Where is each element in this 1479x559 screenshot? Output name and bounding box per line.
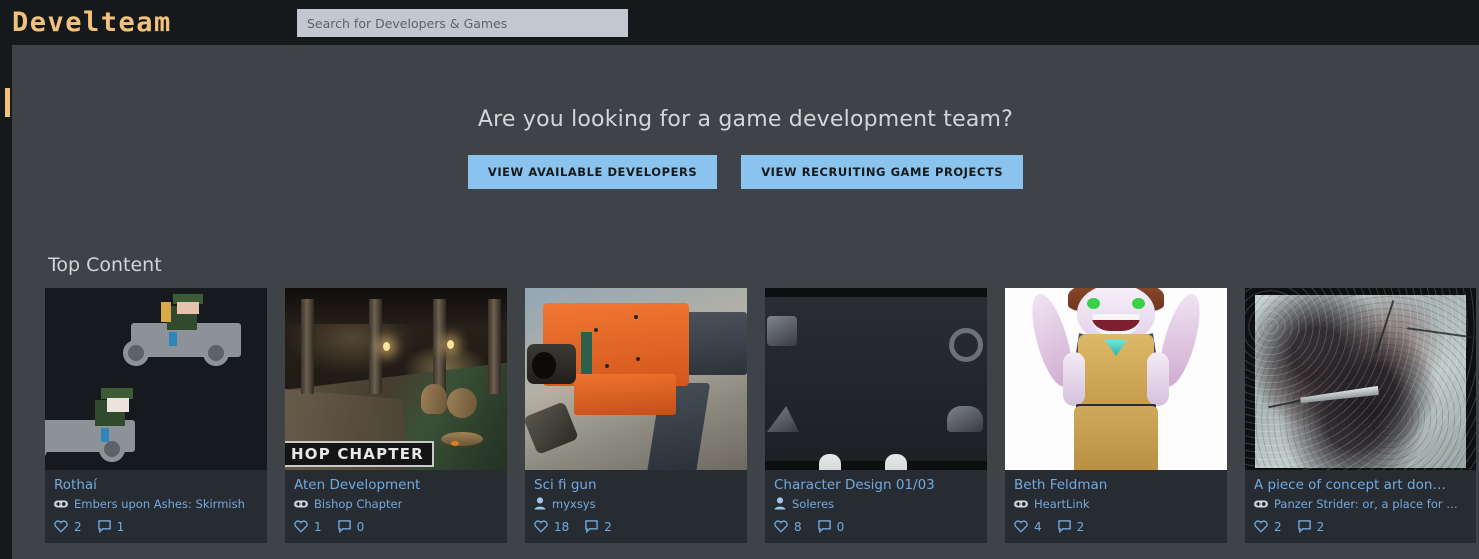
card-stats: 1 0 — [294, 520, 498, 534]
comment-count: 2 — [604, 519, 612, 534]
like-count: 18 — [554, 519, 570, 534]
user-icon — [774, 497, 786, 510]
heart-icon — [534, 520, 548, 534]
like-stat[interactable]: 2 — [54, 520, 82, 534]
like-count: 2 — [74, 519, 82, 534]
card-info: Aten Development Bishop Chapter 1 0 — [285, 470, 507, 543]
card-info: Beth Feldman HeartLink 4 2 — [1005, 470, 1227, 543]
comment-icon — [1057, 520, 1071, 534]
content-card[interactable]: Character Design 01/03 Soleres 8 0 — [765, 288, 987, 543]
user-icon — [534, 497, 546, 510]
gamepad-icon — [294, 500, 308, 508]
view-available-developers-button[interactable]: VIEW AVAILABLE DEVELOPERS — [467, 155, 718, 189]
card-subtitle-row: Bishop Chapter — [294, 497, 498, 511]
top-content-heading: Top Content — [48, 254, 162, 276]
content-card[interactable]: Sci fi gun myxsys 18 2 — [525, 288, 747, 543]
left-accent-bar — [5, 88, 10, 117]
like-count: 2 — [1274, 519, 1282, 534]
card-thumbnail — [1005, 288, 1227, 470]
card-title[interactable]: Beth Feldman — [1014, 477, 1218, 494]
card-thumbnail — [1245, 288, 1476, 470]
comment-count: 2 — [1076, 519, 1085, 534]
content-card[interactable]: Rothaí Embers upon Ashes: Skirmish 2 1 — [45, 288, 267, 543]
comment-stat[interactable]: 2 — [1297, 519, 1325, 534]
card-thumbnail — [765, 288, 987, 470]
top-bar: Develteam — [0, 0, 1479, 45]
card-thumbnail — [525, 288, 747, 470]
comment-stat[interactable]: 0 — [337, 519, 365, 534]
gamepad-icon — [1254, 500, 1268, 508]
card-subtitle-row: Panzer Strider: or, a place for … — [1254, 497, 1467, 511]
comment-count: 0 — [836, 519, 845, 534]
card-stats: 2 2 — [1254, 520, 1467, 534]
card-subtitle-row: myxsys — [534, 497, 738, 511]
like-stat[interactable]: 18 — [534, 520, 569, 534]
card-thumbnail — [45, 288, 267, 470]
comment-stat[interactable]: 2 — [1057, 519, 1085, 534]
site-logo[interactable]: Develteam — [12, 9, 172, 36]
like-count: 4 — [1034, 519, 1042, 534]
card-stats: 2 1 — [54, 520, 258, 534]
hero-title: Are you looking for a game development t… — [477, 107, 1014, 132]
left-gutter — [0, 45, 12, 559]
card-subtitle-row: Soleres — [774, 497, 978, 511]
comment-stat[interactable]: 1 — [97, 519, 125, 534]
card-subtitle[interactable]: Bishop Chapter — [314, 497, 402, 511]
card-info: Rothaí Embers upon Ashes: Skirmish 2 1 — [45, 470, 267, 543]
card-stats: 18 2 — [534, 520, 738, 534]
card-title[interactable]: Character Design 01/03 — [774, 477, 978, 494]
comment-icon — [97, 520, 111, 534]
comment-icon — [1297, 520, 1311, 534]
content-card[interactable]: Beth Feldman HeartLink 4 2 — [1005, 288, 1227, 543]
comment-count: 2 — [1316, 519, 1325, 534]
hero-section: Are you looking for a game development t… — [12, 45, 1479, 189]
card-title[interactable]: Sci fi gun — [534, 477, 738, 494]
heart-icon — [54, 520, 68, 534]
comment-stat[interactable]: 2 — [585, 520, 612, 534]
card-title[interactable]: Rothaí — [54, 477, 258, 494]
card-info: Sci fi gun myxsys 18 2 — [525, 470, 747, 543]
like-stat[interactable]: 2 — [1254, 520, 1282, 534]
card-subtitle[interactable]: Panzer Strider: or, a place for … — [1274, 497, 1458, 511]
page-content: Are you looking for a game development t… — [12, 45, 1479, 559]
search-input[interactable] — [297, 9, 628, 37]
hero-button-group: VIEW AVAILABLE DEVELOPERS VIEW RECRUITIN… — [12, 155, 1479, 189]
card-subtitle-row: HeartLink — [1014, 497, 1218, 511]
comment-icon — [585, 520, 599, 534]
heart-icon — [1014, 520, 1028, 534]
card-stats: 4 2 — [1014, 520, 1218, 534]
like-count: 8 — [794, 519, 802, 534]
card-info: A piece of concept art don… Panzer Strid… — [1245, 470, 1476, 543]
comment-count: 1 — [116, 519, 125, 534]
card-subtitle[interactable]: Embers upon Ashes: Skirmish — [74, 497, 245, 511]
like-count: 1 — [314, 519, 322, 534]
card-subtitle[interactable]: HeartLink — [1034, 497, 1090, 511]
card-title[interactable]: A piece of concept art don… — [1254, 477, 1467, 494]
gamepad-icon — [1014, 500, 1028, 508]
card-title[interactable]: Aten Development — [294, 477, 498, 494]
comment-count: 0 — [356, 519, 365, 534]
thumbnail-banner-text: HOP CHAPTER — [285, 441, 434, 467]
like-stat[interactable]: 4 — [1014, 520, 1042, 534]
comment-icon — [817, 520, 831, 534]
heart-icon — [1254, 520, 1268, 534]
content-card[interactable]: A piece of concept art don… Panzer Strid… — [1245, 288, 1476, 543]
heart-icon — [774, 520, 788, 534]
comment-icon — [337, 520, 351, 534]
card-thumbnail: HOP CHAPTER — [285, 288, 507, 470]
like-stat[interactable]: 1 — [294, 520, 322, 534]
card-subtitle[interactable]: myxsys — [552, 497, 596, 511]
gamepad-icon — [54, 500, 68, 508]
content-card[interactable]: HOP CHAPTER Aten Development Bishop Chap… — [285, 288, 507, 543]
card-stats: 8 0 — [774, 520, 978, 534]
card-subtitle[interactable]: Soleres — [792, 497, 834, 511]
like-stat[interactable]: 8 — [774, 520, 802, 534]
view-recruiting-game-projects-button[interactable]: VIEW RECRUITING GAME PROJECTS — [741, 155, 1024, 189]
heart-icon — [294, 520, 308, 534]
card-info: Character Design 01/03 Soleres 8 0 — [765, 470, 987, 543]
comment-stat[interactable]: 0 — [817, 519, 845, 534]
card-subtitle-row: Embers upon Ashes: Skirmish — [54, 497, 258, 511]
top-content-card-list: Rothaí Embers upon Ashes: Skirmish 2 1 H… — [45, 288, 1476, 543]
